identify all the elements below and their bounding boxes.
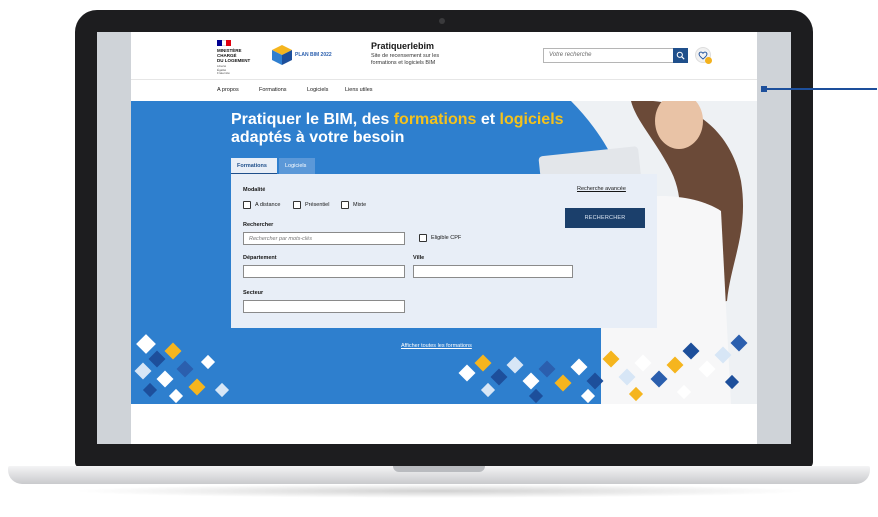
search-icon [676, 51, 685, 60]
camera-icon [439, 18, 445, 24]
decorative-cube-pattern [134, 334, 748, 404]
search-input[interactable]: Votre recherche [543, 48, 673, 63]
main-nav: A propos Formations Logiciels Liens util… [131, 81, 757, 101]
ministry-logo[interactable]: MINISTÈRE CHARGÉ DU LOGEMENT Liberté Éga… [217, 40, 269, 76]
republic-motto: Liberté Égalité Fraternité [217, 64, 230, 75]
nav-item-logiciels[interactable]: Logiciels [307, 87, 328, 93]
site-title: Pratiquerlebim [371, 41, 435, 51]
callout-line [767, 88, 877, 90]
site-brand[interactable]: Pratiquerlebim Site de recensement sur l… [371, 41, 491, 67]
laptop-shadow [70, 484, 810, 498]
nav-item-formations[interactable]: Formations [259, 87, 287, 93]
laptop-hinge-notch [393, 466, 485, 472]
french-flag-icon [217, 40, 232, 46]
plan-bim-cube-icon [272, 45, 292, 65]
nav-item-a-propos[interactable]: A propos [217, 87, 239, 93]
plan-bim-label: PLAN BIM 2022 [295, 52, 332, 58]
plan-bim-logo[interactable]: PLAN BIM 2022 [271, 42, 333, 70]
search-button[interactable] [673, 48, 688, 63]
page-bottom-area [131, 404, 757, 444]
favorites-count-badge [705, 57, 712, 64]
nav-item-liens-utiles[interactable]: Liens utiles [345, 87, 373, 93]
laptop-mockup: MINISTÈRE CHARGÉ DU LOGEMENT Liberté Éga… [0, 0, 878, 517]
site-subtitle: Site de recensement sur les formations e… [371, 53, 440, 66]
ministry-name: MINISTÈRE CHARGÉ DU LOGEMENT [217, 48, 251, 63]
laptop-base [8, 466, 870, 484]
laptop-lid: MINISTÈRE CHARGÉ DU LOGEMENT Liberté Éga… [75, 10, 813, 468]
hero-section: Pratiquer le BIM, des formations et logi… [131, 101, 757, 404]
site-header: MINISTÈRE CHARGÉ DU LOGEMENT Liberté Éga… [131, 32, 757, 80]
laptop-screen: MINISTÈRE CHARGÉ DU LOGEMENT Liberté Éga… [97, 32, 791, 444]
website: MINISTÈRE CHARGÉ DU LOGEMENT Liberté Éga… [131, 32, 757, 444]
